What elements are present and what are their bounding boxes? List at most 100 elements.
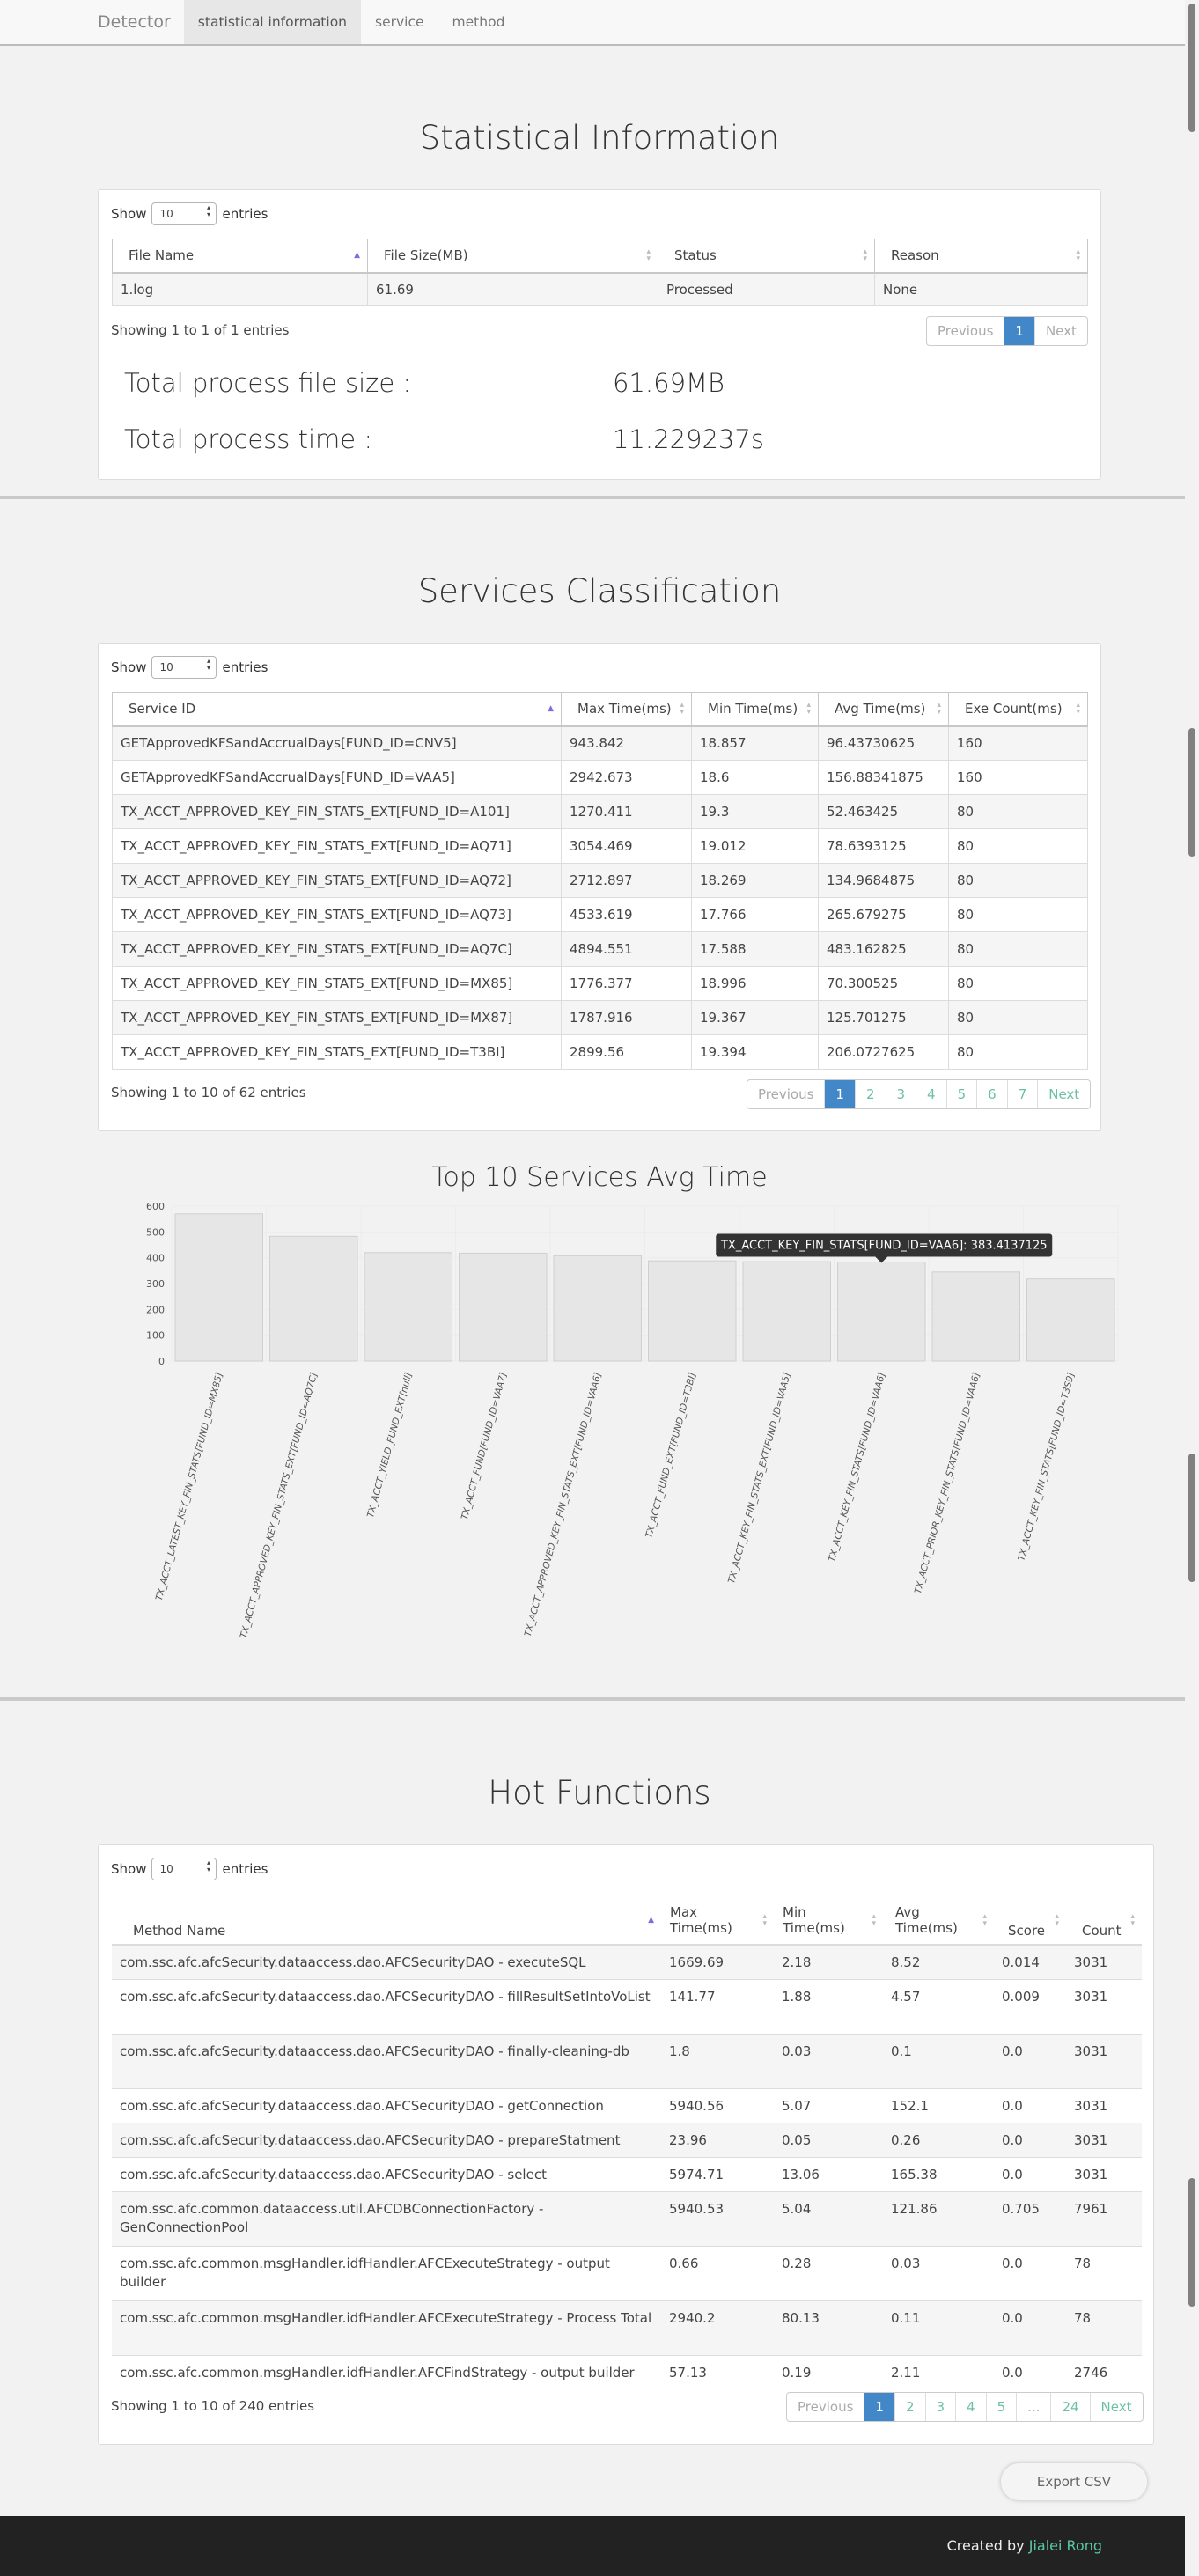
table-cell: 0.05 — [774, 2122, 883, 2157]
x-tick-label: TX_ACCT_KEY_FIN_STATS[FUND_ID=T3S9] — [1016, 1372, 1077, 1563]
scrollbar-thumb[interactable] — [1188, 1454, 1195, 1582]
table-row[interactable]: com.ssc.afc.common.msgHandler.idfHandler… — [112, 2354, 1142, 2389]
nav-item-service[interactable]: service — [361, 0, 438, 44]
pagination-page[interactable]: 4 — [916, 1080, 946, 1108]
scrollbar-thumb[interactable] — [1188, 728, 1195, 857]
pagination-page[interactable]: 2 — [894, 2393, 925, 2421]
pagination-next[interactable]: Next — [1089, 2393, 1143, 2421]
section-divider — [0, 496, 1199, 499]
sort-both-icon: ▴ ▾ — [646, 247, 651, 264]
hot-length-select[interactable]: 10 — [151, 1858, 217, 1880]
sort-both-icon: ▴ ▾ — [1055, 1911, 1059, 1928]
col-max-time[interactable]: Max Time(ms) ▴ ▾ — [661, 1895, 774, 1946]
table-row[interactable]: GETApprovedKFSandAccrualDays[FUND_ID=VAA… — [112, 760, 1088, 795]
pagination-page[interactable]: 1 — [864, 2393, 894, 2421]
table-row[interactable]: TX_ACCT_APPROVED_KEY_FIN_STATS_EXT[FUND_… — [112, 1000, 1088, 1035]
table-cell: GETApprovedKFSandAccrualDays[FUND_ID=VAA… — [112, 760, 562, 795]
pagination-previous[interactable]: Previous — [747, 1080, 824, 1108]
col-method-name[interactable]: Method Name ▲ — [112, 1895, 661, 1946]
col-file-name[interactable]: File Name ▲ — [112, 239, 368, 274]
sort-both-icon: ▴ ▾ — [937, 701, 941, 718]
nav-item-method[interactable]: method — [438, 0, 519, 44]
pagination-page[interactable]: 4 — [955, 2393, 986, 2421]
table-cell: 0.0 — [994, 2156, 1066, 2191]
hot-length-control: Show 10 entries — [111, 1858, 268, 1880]
table-row[interactable]: TX_ACCT_APPROVED_KEY_FIN_STATS_EXT[FUND_… — [112, 863, 1088, 898]
table-cell: None — [874, 272, 1088, 306]
x-tick-label: TX_ACCT_FUND_EXT[FUND_ID=T3BI] — [644, 1372, 698, 1540]
table-cell: 1.log — [112, 272, 368, 306]
table-cell: 152.1 — [883, 2087, 994, 2123]
pagination-page[interactable]: 5 — [985, 2393, 1017, 2421]
col-max-time[interactable]: Max Time(ms) ▴ ▾ — [561, 692, 692, 727]
table-cell: 78.6393125 — [818, 828, 949, 864]
table-row[interactable]: com.ssc.afc.afcSecurity.dataaccess.dao.A… — [112, 1978, 1142, 2034]
table-row[interactable]: com.ssc.afc.common.dataaccess.util.AFCDB… — [112, 2190, 1142, 2246]
table-cell: 19.012 — [691, 828, 819, 864]
brand-link[interactable]: Detector — [88, 0, 184, 44]
pagination-page[interactable]: 5 — [945, 1080, 977, 1108]
stats-length-select[interactable]: 10 — [151, 202, 217, 225]
col-min-time[interactable]: Min Time(ms) ▴ ▾ — [774, 1895, 883, 1946]
table-row[interactable]: TX_ACCT_APPROVED_KEY_FIN_STATS_EXT[FUND_… — [112, 966, 1088, 1001]
page-scrollbar[interactable] — [1185, 0, 1199, 2576]
table-row[interactable]: TX_ACCT_APPROVED_KEY_FIN_STATS_EXT[FUND_… — [112, 1034, 1088, 1070]
scrollbar-thumb[interactable] — [1188, 2178, 1195, 2307]
sort-asc-icon: ▲ — [648, 1915, 654, 1925]
pagination-next[interactable]: Next — [1037, 1080, 1090, 1108]
col-file-size[interactable]: File Size(MB) ▴ ▾ — [367, 239, 658, 274]
table-cell: 8.52 — [883, 1944, 994, 1979]
col-avg-time[interactable]: Avg Time(ms) ▴ ▾ — [883, 1895, 994, 1946]
scrollbar-thumb[interactable] — [1188, 4, 1195, 132]
table-cell: 0.03 — [774, 2033, 883, 2088]
table-cell: 0.0 — [994, 2354, 1066, 2389]
table-cell: 0.11 — [883, 2300, 994, 2355]
table-cell: com.ssc.afc.common.msgHandler.idfHandler… — [112, 2354, 661, 2389]
table-row[interactable]: TX_ACCT_APPROVED_KEY_FIN_STATS_EXT[FUND_… — [112, 897, 1088, 932]
pagination-page[interactable]: ... — [1016, 2393, 1050, 2421]
col-score[interactable]: Score ▴ ▾ — [994, 1895, 1066, 1946]
pagination-next[interactable]: Next — [1033, 317, 1087, 345]
table-row[interactable]: com.ssc.afc.afcSecurity.dataaccess.dao.A… — [112, 2156, 1142, 2191]
chart-bar — [931, 1271, 1020, 1362]
pagination-page[interactable]: 2 — [854, 1080, 886, 1108]
table-row[interactable]: com.ssc.afc.afcSecurity.dataaccess.dao.A… — [112, 2122, 1142, 2157]
services-length-control: Show 10 entries — [111, 656, 268, 679]
col-reason[interactable]: Reason ▴ ▾ — [874, 239, 1088, 274]
table-cell: 1.88 — [774, 1978, 883, 2034]
table-row[interactable]: com.ssc.afc.common.msgHandler.idfHandler… — [112, 2300, 1142, 2355]
table-row[interactable]: com.ssc.afc.afcSecurity.dataaccess.dao.A… — [112, 2087, 1142, 2123]
col-service-id[interactable]: Service ID ▲ — [112, 692, 562, 727]
table-row[interactable]: TX_ACCT_APPROVED_KEY_FIN_STATS_EXT[FUND_… — [112, 931, 1088, 967]
pagination-page[interactable]: 3 — [924, 2393, 956, 2421]
sort-both-icon: ▴ ▾ — [762, 1911, 767, 1928]
nav-item-statistical-information[interactable]: statistical information — [183, 0, 362, 44]
table-cell: 0.705 — [994, 2190, 1066, 2246]
col-exe-count[interactable]: Exe Count(ms) ▴ ▾ — [948, 692, 1088, 727]
table-row[interactable]: TX_ACCT_APPROVED_KEY_FIN_STATS_EXT[FUND_… — [112, 794, 1088, 829]
table-row[interactable]: com.ssc.afc.afcSecurity.dataaccess.dao.A… — [112, 2033, 1142, 2088]
col-status[interactable]: Status ▴ ▾ — [658, 239, 875, 274]
table-cell: 125.701275 — [818, 1000, 949, 1035]
col-min-time[interactable]: Min Time(ms) ▴ ▾ — [691, 692, 819, 727]
pagination-page[interactable]: 7 — [1006, 1080, 1038, 1108]
author-link[interactable]: Jialei Rong — [1029, 2537, 1102, 2554]
pagination-page[interactable]: 1 — [1004, 317, 1034, 345]
col-count[interactable]: Count ▴ ▾ — [1066, 1895, 1142, 1946]
services-section-title: Services Classification — [417, 572, 782, 610]
table-cell: 0.0 — [994, 2300, 1066, 2355]
table-row[interactable]: 1.log 61.69 Processed None — [112, 272, 1088, 306]
table-row[interactable]: com.ssc.afc.afcSecurity.dataaccess.dao.A… — [112, 1944, 1142, 1979]
table-row[interactable]: GETApprovedKFSandAccrualDays[FUND_ID=CNV… — [112, 725, 1088, 761]
table-row[interactable]: TX_ACCT_APPROVED_KEY_FIN_STATS_EXT[FUND_… — [112, 828, 1088, 864]
table-row[interactable]: com.ssc.afc.common.msgHandler.idfHandler… — [112, 2245, 1142, 2300]
pagination-page[interactable]: 1 — [824, 1080, 855, 1108]
pagination-previous[interactable]: Previous — [927, 317, 1004, 345]
services-length-select[interactable]: 10 — [151, 656, 217, 679]
pagination-page[interactable]: 6 — [976, 1080, 1007, 1108]
export-csv-button[interactable]: Export CSV — [1000, 2462, 1148, 2501]
pagination-page[interactable]: 24 — [1050, 2393, 1089, 2421]
pagination-page[interactable]: 3 — [885, 1080, 916, 1108]
pagination-previous[interactable]: Previous — [787, 2393, 864, 2421]
col-avg-time[interactable]: Avg Time(ms) ▴ ▾ — [818, 692, 949, 727]
